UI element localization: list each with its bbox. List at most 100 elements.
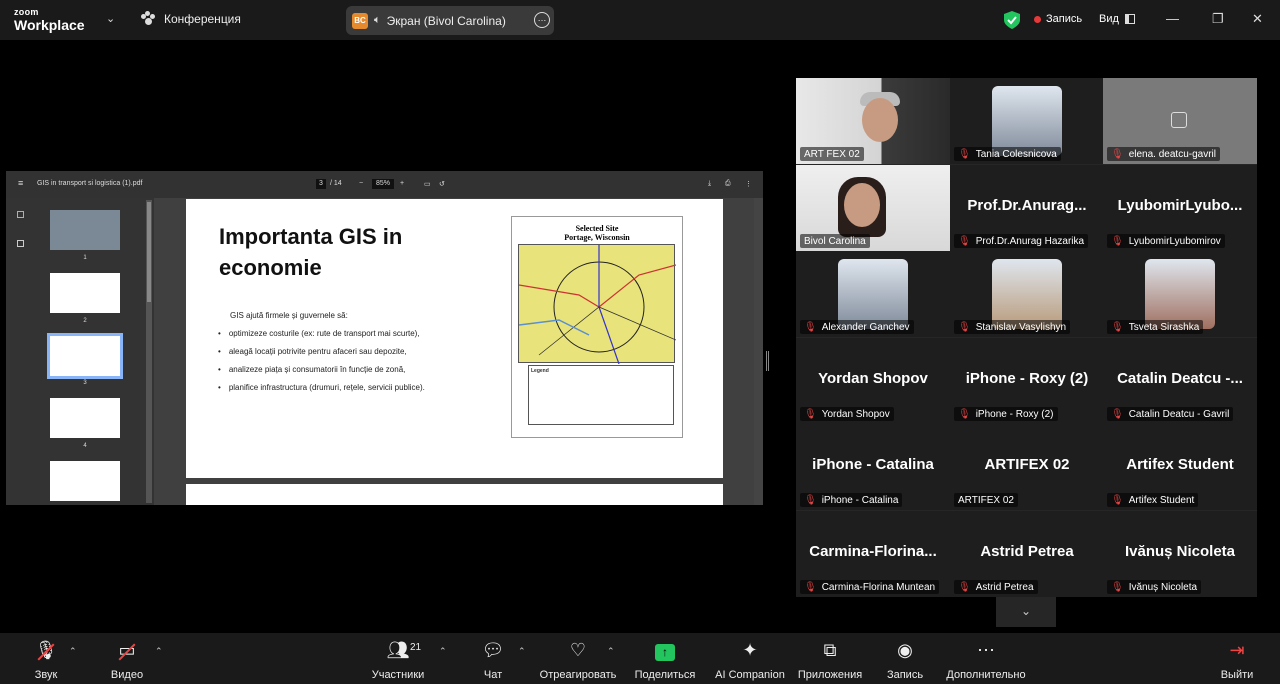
- minimize-icon[interactable]: —: [1166, 11, 1179, 26]
- fit-page-icon[interactable]: ▭: [424, 180, 431, 188]
- participant-name-label: 🎙︎ Tania Colesnicova: [954, 147, 1061, 161]
- screen-share-pill[interactable]: BC 🔈︎ Экран (Bivol Carolina) …: [346, 6, 554, 35]
- meeting-info[interactable]: Конференция: [140, 11, 241, 27]
- zoom-level[interactable]: 85%: [372, 179, 394, 189]
- participant-tile[interactable]: 🎙︎ Tsveta Sirashka: [1103, 251, 1257, 337]
- restore-icon[interactable]: ❐: [1212, 11, 1224, 27]
- participant-tile[interactable]: 🎙︎ Tania Colesnicova: [950, 78, 1104, 164]
- participant-tile[interactable]: LyubomirLyubo... 🎙︎ LyubomirLyubomirov: [1103, 165, 1257, 251]
- chevron-down-icon[interactable]: ⌄: [106, 12, 115, 25]
- participant-display-name: Carmina-Florina...: [809, 543, 937, 560]
- participant-name: Bivol Carolina: [804, 235, 866, 247]
- participant-display-name: LyubomirLyubo...: [1117, 197, 1243, 214]
- participant-name: Ivănuș Nicoleta: [1128, 581, 1198, 593]
- chat-button[interactable]: 💬︎ Чат: [478, 639, 508, 681]
- audio-button[interactable]: 🎙︎ Звук: [24, 639, 68, 681]
- outline-icon[interactable]: [17, 240, 24, 247]
- react-options-caret-icon[interactable]: ⌃: [607, 646, 615, 657]
- participant-display-name: Prof.Dr.Anurag...: [967, 197, 1087, 214]
- react-button[interactable]: ♡ Отреагировать: [539, 639, 617, 681]
- participant-tile[interactable]: Catalin Deatcu -... 🎙︎ Catalin Deatcu - Ga…: [1103, 338, 1257, 424]
- muted-microphone-icon: 🎙︎: [1111, 148, 1124, 160]
- participant-tile[interactable]: Astrid Petrea 🎙︎ Astrid Petrea: [950, 511, 1104, 597]
- more-options-icon[interactable]: …: [534, 12, 550, 28]
- site-map-figure: Selected Site Portage, Wisconsin Legend: [511, 216, 683, 438]
- share-button[interactable]: ↑ Поделиться: [634, 639, 696, 681]
- thumbnails-icon[interactable]: [17, 211, 24, 218]
- more-button[interactable]: ⋯ Дополнительно: [944, 639, 1028, 681]
- record-dot-icon: [1034, 15, 1041, 23]
- participant-name-label: 🎙︎ iPhone - Catalina: [800, 493, 903, 507]
- chevron-down-icon[interactable]: ⌄: [996, 597, 1056, 627]
- participant-face: [862, 98, 898, 142]
- page-scrollbar[interactable]: [754, 198, 763, 505]
- menu-icon[interactable]: ≡: [18, 178, 23, 188]
- participant-tile[interactable]: Carmina-Florina... 🎙︎ Carmina-Florina Munt…: [796, 511, 950, 597]
- print-icon[interactable]: ⎙: [725, 180, 731, 188]
- thumbnail-scrollbar[interactable]: [146, 200, 152, 503]
- audio-label: Звук: [34, 669, 58, 681]
- participants-count: 21: [410, 642, 422, 653]
- participant-name-label: 🎙︎ Astrid Petrea: [954, 580, 1038, 594]
- leave-button[interactable]: ⇥ Выйти: [1218, 639, 1256, 681]
- record-button[interactable]: ◉ Запись: [883, 639, 927, 681]
- ai-companion-button[interactable]: ✦ AI Companion: [714, 639, 786, 681]
- muted-microphone-icon: 🎙︎: [958, 581, 971, 593]
- ai-companion-label: AI Companion: [715, 669, 785, 681]
- heart-icon: ♡: [569, 640, 587, 660]
- security-shield-icon[interactable]: [1004, 11, 1020, 29]
- participant-tile[interactable]: 🎙︎ elena. deatcu-gavril: [1103, 78, 1257, 164]
- participant-tile[interactable]: Bivol Carolina: [796, 165, 950, 251]
- muted-microphone-icon: 🎙︎: [804, 408, 817, 420]
- video-button[interactable]: ▭ Видео: [105, 639, 149, 681]
- participants-options-caret-icon[interactable]: ⌃: [439, 646, 447, 657]
- resize-handle[interactable]: [766, 351, 769, 371]
- page-number-input[interactable]: 3: [316, 179, 326, 189]
- participant-tile[interactable]: iPhone - Catalina 🎙︎ iPhone - Catalina: [796, 424, 950, 510]
- participant-name-label: ART FEX 02: [800, 147, 864, 161]
- page-thumbnail-5[interactable]: [50, 461, 120, 501]
- participant-tile[interactable]: 🎙︎ Stanislav Vasylishyn: [950, 251, 1104, 337]
- rotate-icon[interactable]: ↺: [439, 180, 445, 188]
- apps-button[interactable]: ⧉ Приложения: [797, 639, 863, 681]
- chat-options-caret-icon[interactable]: ⌃: [518, 646, 526, 657]
- page-thumbnail-1[interactable]: [50, 210, 120, 250]
- view-button[interactable]: Вид: [1099, 13, 1135, 25]
- zoom-out-icon[interactable]: −: [359, 180, 363, 187]
- paw-icon: [140, 11, 156, 27]
- video-options-caret-icon[interactable]: ⌃: [155, 646, 163, 657]
- map-legend: Legend: [528, 365, 674, 425]
- participant-tile[interactable]: 🎙︎ Alexander Ganchev: [796, 251, 950, 337]
- recording-indicator[interactable]: Запись: [1034, 13, 1082, 25]
- participant-tile[interactable]: Artifex Student 🎙︎ Artifex Student: [1103, 424, 1257, 510]
- page-thumbnail-3[interactable]: [47, 333, 123, 379]
- participant-name: iPhone - Catalina: [821, 494, 899, 506]
- participant-tile[interactable]: ARTIFEX 02 ARTIFEX 02: [950, 424, 1104, 510]
- page-thumbnail-4[interactable]: [50, 398, 120, 438]
- participant-avatar: [992, 86, 1062, 156]
- download-icon[interactable]: ⤓: [708, 180, 711, 188]
- zoom-logo[interactable]: zoom Workplace: [14, 8, 85, 33]
- muted-microphone-icon: 🎙︎: [1111, 581, 1124, 593]
- participant-name: ARTIFEX 02: [958, 494, 1014, 506]
- list-item: planifice infrastructura (drumuri, rețel…: [218, 383, 425, 401]
- participant-name: Prof.Dr.Anurag Hazarika: [975, 235, 1085, 247]
- participants-button[interactable]: 👥︎ 21 Участники: [368, 639, 428, 681]
- muted-microphone-icon: 🎙︎: [958, 408, 971, 420]
- participants-icon: 👥︎ 21: [368, 639, 428, 661]
- pdf-sidebar-strip: [6, 198, 34, 505]
- participant-name-label: 🎙︎ Carmina-Florina Muntean: [800, 580, 940, 594]
- participant-name-label: 🎙︎ Ivănuș Nicoleta: [1107, 580, 1202, 594]
- participant-tile[interactable]: Yordan Shopov 🎙︎ Yordan Shopov: [796, 338, 950, 424]
- zoom-in-icon[interactable]: +: [400, 180, 404, 187]
- close-icon[interactable]: ✕: [1252, 11, 1263, 27]
- thumbnail-panel: 1 2 3 4: [34, 198, 154, 505]
- sparkle-icon: ✦: [742, 640, 758, 660]
- more-icon[interactable]: ⋮: [745, 180, 752, 188]
- participant-tile[interactable]: Prof.Dr.Anurag... 🎙︎ Prof.Dr.Anurag Hazari…: [950, 165, 1104, 251]
- page-thumbnail-2[interactable]: [50, 273, 120, 313]
- audio-options-caret-icon[interactable]: ⌃: [69, 646, 77, 657]
- participant-tile[interactable]: iPhone - Roxy (2) 🎙︎ iPhone - Roxy (2): [950, 338, 1104, 424]
- participant-tile[interactable]: Ivănuș Nicoleta 🎙︎ Ivănuș Nicoleta: [1103, 511, 1257, 597]
- participant-tile[interactable]: ART FEX 02: [796, 78, 950, 164]
